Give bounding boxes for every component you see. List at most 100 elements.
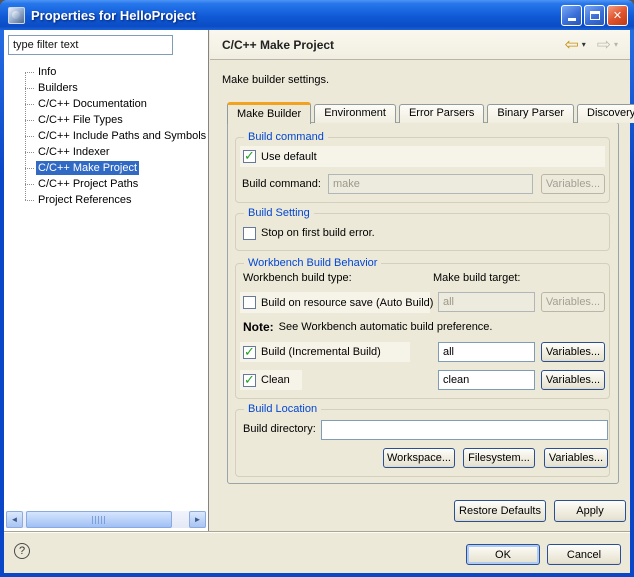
help-icon: ? bbox=[19, 545, 25, 557]
build-location-group: Build Location Build directory: Workspac… bbox=[235, 409, 610, 477]
workbench-build-type-label: Workbench build type: bbox=[243, 272, 352, 284]
tab-binary-parser[interactable]: Binary Parser bbox=[487, 104, 574, 123]
workbench-build-behavior-group: Workbench Build Behavior Workbench build… bbox=[235, 263, 610, 399]
workbench-legend: Workbench Build Behavior bbox=[244, 257, 381, 269]
app-icon bbox=[8, 7, 25, 24]
sidebar-item-project-references[interactable]: Project References bbox=[4, 192, 206, 208]
clean-label: Clean bbox=[261, 374, 290, 386]
sidebar-item-label: C/C++ Indexer bbox=[36, 145, 112, 159]
maximize-icon bbox=[590, 11, 600, 20]
stop-on-error-checkbox[interactable] bbox=[243, 227, 256, 240]
auto-build-checkbox[interactable] bbox=[243, 296, 256, 309]
location-variables-button[interactable]: Variables... bbox=[544, 448, 608, 468]
incremental-build-label: Build (Incremental Build) bbox=[261, 346, 381, 358]
apply-button[interactable]: Apply bbox=[554, 500, 626, 522]
build-setting-group: Build Setting Stop on first build error. bbox=[235, 213, 610, 251]
tab-discovery-options[interactable]: Discovery Options bbox=[577, 104, 634, 123]
incremental-variables-button[interactable]: Variables... bbox=[541, 342, 605, 362]
sidebar: Info Builders C/C++ Documentation C/C++ … bbox=[4, 30, 209, 531]
scroll-right-icon: ► bbox=[194, 515, 202, 524]
workspace-button[interactable]: Workspace... bbox=[383, 448, 455, 468]
sidebar-item-label: Builders bbox=[36, 81, 80, 95]
sidebar-item-label: Info bbox=[36, 65, 58, 79]
tab-bar: Make Builder Environment Error Parsers B… bbox=[227, 102, 634, 123]
note-row: Note: See Workbench automatic build pref… bbox=[243, 319, 492, 335]
build-command-row: Build command: Variables... bbox=[242, 174, 605, 194]
cancel-button[interactable]: Cancel bbox=[547, 544, 621, 565]
use-default-label: Use default bbox=[261, 151, 317, 163]
restore-defaults-button[interactable]: Restore Defaults bbox=[454, 500, 546, 522]
stop-on-error-label: Stop on first build error. bbox=[261, 227, 375, 239]
build-command-variables-button: Variables... bbox=[541, 174, 605, 194]
sidebar-item-label-selected: C/C++ Make Project bbox=[36, 161, 139, 175]
tree-horizontal-scrollbar[interactable]: ◄ ► bbox=[6, 511, 206, 528]
page-panel: C/C++ Make Project ⇦ ▾ ⇨ ▾ Make builder … bbox=[210, 30, 630, 531]
check-icon: ✓ bbox=[244, 148, 255, 164]
scroll-right-button[interactable]: ► bbox=[189, 511, 206, 528]
sidebar-item-label: C/C++ File Types bbox=[36, 113, 125, 127]
tab-error-parsers[interactable]: Error Parsers bbox=[399, 104, 484, 123]
forward-dropdown-icon: ▾ bbox=[614, 40, 618, 49]
stop-on-error-row: Stop on first build error. bbox=[243, 225, 375, 241]
build-directory-label: Build directory: bbox=[243, 423, 316, 435]
preferences-tree: Info Builders C/C++ Documentation C/C++ … bbox=[4, 64, 206, 208]
title-bar: Properties for HelloProject ✕ bbox=[0, 0, 634, 30]
incremental-build-checkbox[interactable]: ✓ bbox=[243, 346, 256, 359]
build-directory-input[interactable] bbox=[321, 420, 608, 440]
sidebar-item-cpp-make-project[interactable]: C/C++ Make Project bbox=[4, 160, 206, 176]
maximize-button[interactable] bbox=[584, 5, 605, 26]
auto-build-variables-button: Variables... bbox=[541, 292, 605, 312]
page-description: Make builder settings. bbox=[222, 74, 329, 86]
minimize-button[interactable] bbox=[561, 5, 582, 26]
auto-build-target-input bbox=[438, 292, 535, 312]
tab-environment[interactable]: Environment bbox=[314, 104, 396, 123]
build-command-input bbox=[328, 174, 533, 194]
sidebar-item-cpp-project-paths[interactable]: C/C++ Project Paths bbox=[4, 176, 206, 192]
tab-content-pane: Build command ✓ Use default Build comman… bbox=[227, 122, 619, 484]
auto-build-row: Build on resource save (Auto Build) bbox=[240, 292, 430, 313]
filter-input[interactable] bbox=[8, 35, 173, 55]
page-header: C/C++ Make Project ⇦ ▾ ⇨ ▾ bbox=[210, 30, 630, 60]
tab-make-builder[interactable]: Make Builder bbox=[227, 102, 311, 124]
sidebar-item-cpp-documentation[interactable]: C/C++ Documentation bbox=[4, 96, 206, 112]
page-title: C/C++ Make Project bbox=[222, 38, 334, 52]
use-default-row: ✓ Use default bbox=[240, 146, 605, 167]
sidebar-item-info[interactable]: Info bbox=[4, 64, 206, 80]
sidebar-item-builders[interactable]: Builders bbox=[4, 80, 206, 96]
scrollbar-thumb[interactable] bbox=[26, 511, 172, 528]
ok-button[interactable]: OK bbox=[466, 544, 540, 565]
use-default-checkbox[interactable]: ✓ bbox=[243, 150, 256, 163]
clean-target-input[interactable] bbox=[438, 370, 535, 390]
incremental-build-row: ✓ Build (Incremental Build) bbox=[240, 342, 410, 362]
properties-dialog: Properties for HelloProject ✕ Info Build… bbox=[0, 0, 634, 577]
sidebar-item-cpp-indexer[interactable]: C/C++ Indexer bbox=[4, 144, 206, 160]
sidebar-item-cpp-include-paths[interactable]: C/C++ Include Paths and Symbols bbox=[4, 128, 206, 144]
build-location-legend: Build Location bbox=[244, 403, 321, 415]
sidebar-item-label: C/C++ Documentation bbox=[36, 97, 149, 111]
make-build-target-label: Make build target: bbox=[433, 272, 520, 284]
clean-checkbox[interactable]: ✓ bbox=[243, 374, 256, 387]
clean-variables-button[interactable]: Variables... bbox=[541, 370, 605, 390]
window-title: Properties for HelloProject bbox=[31, 8, 196, 23]
forward-icon: ⇨ bbox=[597, 36, 611, 53]
sidebar-item-cpp-file-types[interactable]: C/C++ File Types bbox=[4, 112, 206, 128]
close-button[interactable]: ✕ bbox=[607, 5, 628, 26]
clean-row: ✓ Clean bbox=[240, 370, 302, 390]
dialog-client-area: Info Builders C/C++ Documentation C/C++ … bbox=[4, 30, 630, 573]
check-icon: ✓ bbox=[244, 372, 255, 388]
filesystem-button[interactable]: Filesystem... bbox=[463, 448, 535, 468]
scroll-left-icon: ◄ bbox=[11, 515, 19, 524]
sidebar-item-label: C/C++ Project Paths bbox=[36, 177, 140, 191]
note-text: See Workbench automatic build preference… bbox=[279, 321, 493, 333]
help-button[interactable]: ? bbox=[14, 543, 30, 559]
incremental-target-input[interactable] bbox=[438, 342, 535, 362]
sidebar-item-label: Project References bbox=[36, 193, 134, 207]
check-icon: ✓ bbox=[244, 344, 255, 360]
note-label: Note: bbox=[243, 320, 274, 334]
back-icon[interactable]: ⇦ bbox=[564, 36, 578, 53]
scrollbar-grip bbox=[92, 516, 107, 524]
auto-build-label: Build on resource save (Auto Build) bbox=[261, 297, 433, 309]
back-dropdown-icon[interactable]: ▾ bbox=[582, 40, 586, 49]
scroll-left-button[interactable]: ◄ bbox=[6, 511, 23, 528]
scrollbar-track[interactable] bbox=[24, 511, 188, 528]
